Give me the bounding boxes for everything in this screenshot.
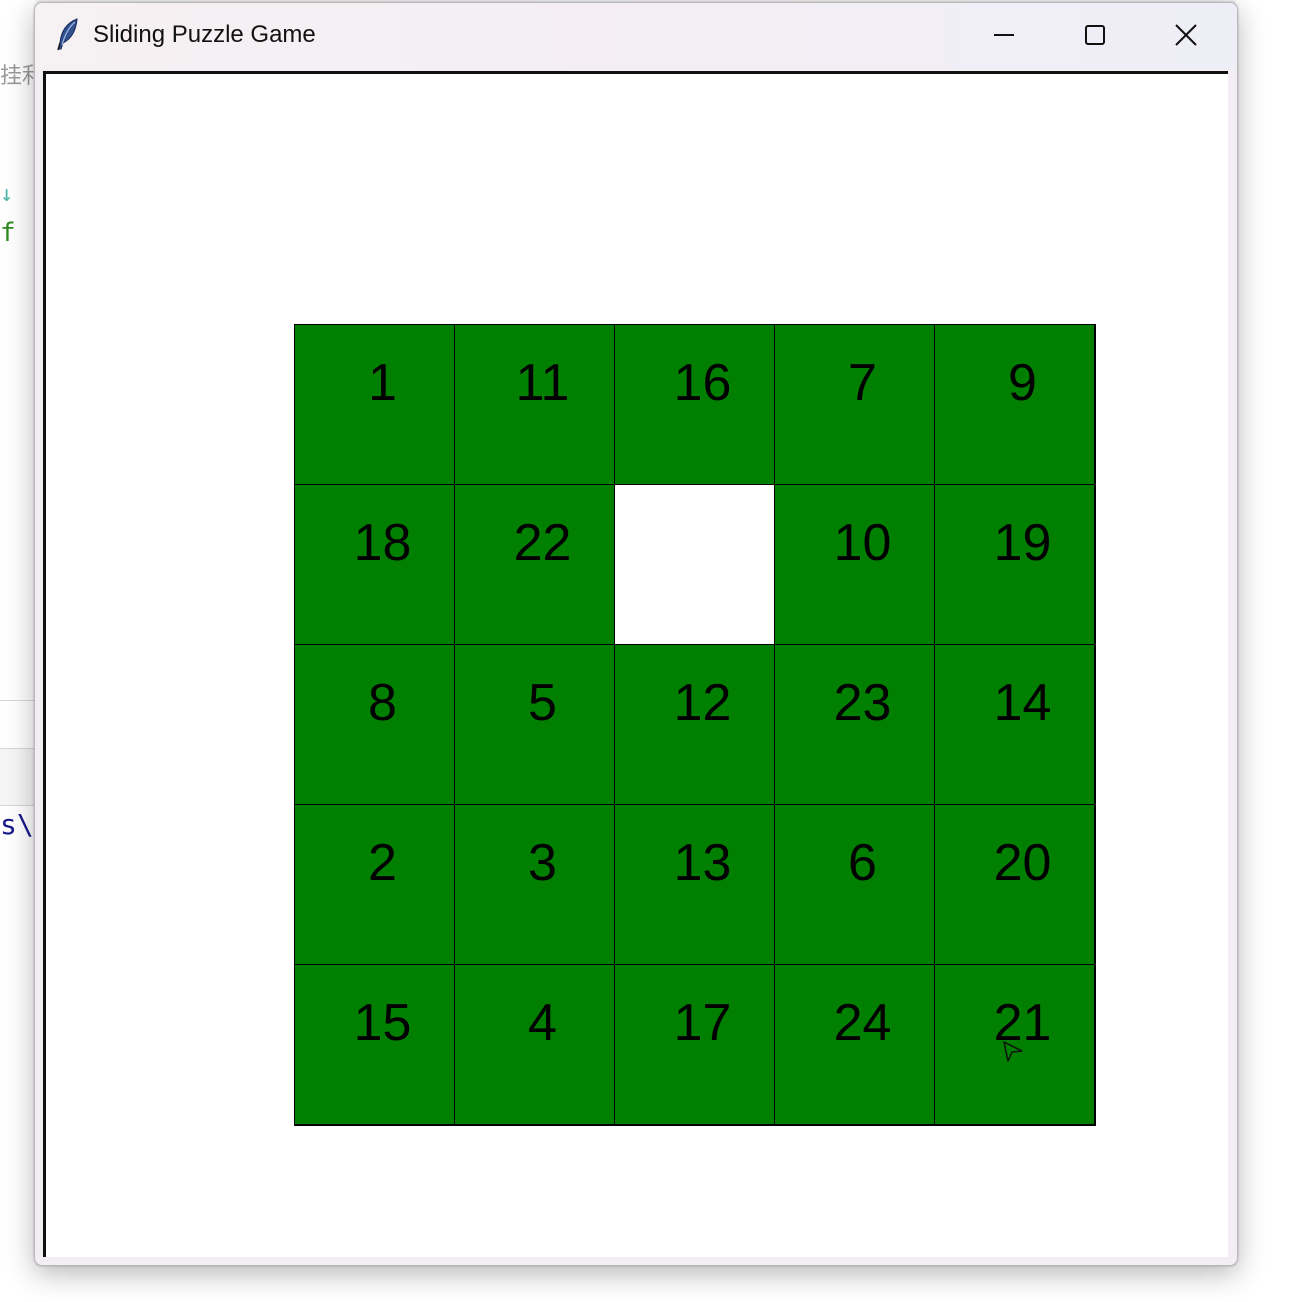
puzzle-tile[interactable]: 1 bbox=[295, 325, 454, 484]
puzzle-tile[interactable]: 19 bbox=[935, 485, 1094, 644]
background-bottom-area bbox=[0, 1266, 1315, 1302]
puzzle-tile-number: 15 bbox=[353, 994, 412, 1052]
maximize-icon bbox=[1085, 25, 1105, 45]
puzzle-tile-number: 11 bbox=[515, 354, 570, 412]
puzzle-tile[interactable]: 14 bbox=[935, 645, 1094, 804]
puzzle-tile-number: 10 bbox=[833, 514, 892, 572]
puzzle-tile-number: 2 bbox=[368, 834, 397, 892]
background-code-fragment-path: s\ bbox=[0, 808, 34, 841]
puzzle-tile-number: 18 bbox=[353, 514, 412, 572]
puzzle-tile-number: 22 bbox=[513, 514, 572, 572]
puzzle-tile[interactable]: 18 bbox=[295, 485, 454, 644]
puzzle-tile[interactable]: 7 bbox=[775, 325, 934, 484]
puzzle-tile-number: 14 bbox=[993, 674, 1052, 732]
puzzle-tile[interactable]: 17 bbox=[615, 965, 774, 1124]
puzzle-tile-number: 12 bbox=[673, 674, 732, 732]
puzzle-tile-number: 19 bbox=[993, 514, 1052, 572]
puzzle-tile[interactable]: 5 bbox=[455, 645, 614, 804]
puzzle-board: 1 11 16 7 9 18 22 10 19 8 5 12 23 14 2 3 13 6 20 15 4 17 24 21 bbox=[294, 324, 1096, 1126]
puzzle-tile[interactable]: 22 bbox=[455, 485, 614, 644]
minimize-icon bbox=[994, 34, 1014, 36]
puzzle-tile[interactable]: 21 bbox=[935, 965, 1094, 1124]
close-icon bbox=[1175, 24, 1197, 46]
puzzle-empty-slot[interactable] bbox=[615, 485, 774, 644]
puzzle-tile-number: 17 bbox=[673, 994, 732, 1052]
puzzle-tile[interactable]: 15 bbox=[295, 965, 454, 1124]
puzzle-tile[interactable]: 24 bbox=[775, 965, 934, 1124]
puzzle-tile-number: 8 bbox=[368, 674, 397, 732]
feather-icon bbox=[57, 18, 78, 51]
puzzle-tile[interactable]: 4 bbox=[455, 965, 614, 1124]
puzzle-tile[interactable]: 6 bbox=[775, 805, 934, 964]
puzzle-tile-number: 9 bbox=[1008, 354, 1037, 412]
puzzle-tile-number: 13 bbox=[673, 834, 732, 892]
puzzle-tile-number: 4 bbox=[528, 994, 557, 1052]
maximize-button[interactable] bbox=[1050, 9, 1140, 61]
puzzle-tile[interactable]: 2 bbox=[295, 805, 454, 964]
puzzle-tile[interactable]: 8 bbox=[295, 645, 454, 804]
puzzle-tile-number: 7 bbox=[848, 354, 877, 412]
puzzle-tile[interactable]: 11 bbox=[455, 325, 614, 484]
background-right-area bbox=[1236, 0, 1315, 1302]
puzzle-tile-number: 1 bbox=[368, 354, 397, 412]
window-title: Sliding Puzzle Game bbox=[93, 21, 316, 48]
background-text-cjk: 挂利 bbox=[0, 64, 34, 89]
puzzle-tile[interactable]: 10 bbox=[775, 485, 934, 644]
puzzle-tile[interactable]: 16 bbox=[615, 325, 774, 484]
background-arrow-icon: ↓ bbox=[0, 182, 14, 207]
puzzle-tile[interactable]: 23 bbox=[775, 645, 934, 804]
close-button[interactable] bbox=[1141, 9, 1231, 61]
puzzle-tile-number: 20 bbox=[993, 834, 1052, 892]
puzzle-tile-number: 24 bbox=[833, 994, 892, 1052]
puzzle-tile[interactable]: 3 bbox=[455, 805, 614, 964]
minimize-button[interactable] bbox=[959, 9, 1049, 61]
puzzle-tile[interactable]: 20 bbox=[935, 805, 1094, 964]
puzzle-tile[interactable]: 12 bbox=[615, 645, 774, 804]
background-code-fragment: f bbox=[0, 218, 16, 248]
puzzle-tile-number: 5 bbox=[528, 674, 557, 732]
puzzle-tile-number: 23 bbox=[833, 674, 892, 732]
puzzle-tile[interactable]: 13 bbox=[615, 805, 774, 964]
puzzle-tile-number: 6 bbox=[848, 834, 877, 892]
puzzle-tile-number: 21 bbox=[993, 994, 1052, 1052]
game-canvas[interactable]: 1 11 16 7 9 18 22 10 19 8 5 12 23 14 2 3 13 6 20 15 4 17 24 21 bbox=[43, 71, 1228, 1257]
puzzle-tile[interactable]: 9 bbox=[935, 325, 1094, 484]
puzzle-tile-number: 16 bbox=[673, 354, 732, 412]
title-bar[interactable]: Sliding Puzzle Game bbox=[35, 3, 1237, 69]
app-window: Sliding Puzzle Game 1 11 16 7 9 18 22 10 19 8 5 12 2… bbox=[34, 2, 1238, 1266]
background-editor: 挂利 ↓ f s\ bbox=[0, 0, 36, 1302]
puzzle-tile-number: 3 bbox=[528, 834, 557, 892]
